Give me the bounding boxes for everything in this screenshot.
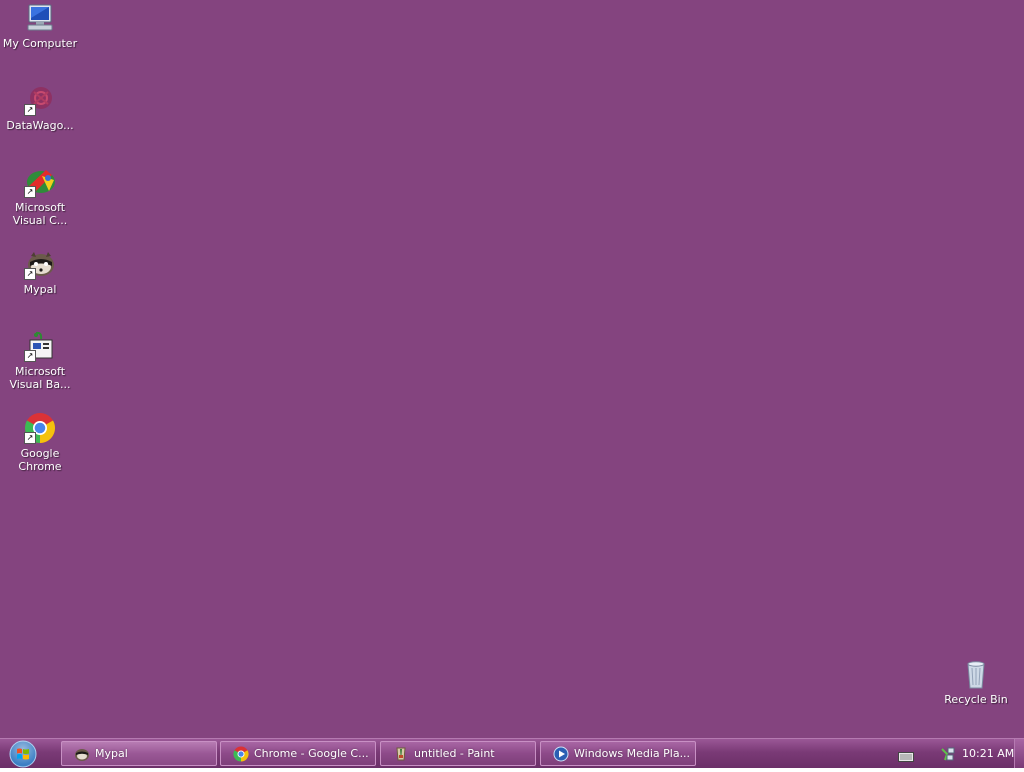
- recycle-bin-icon: [960, 658, 992, 690]
- desktop-icon-google-chrome[interactable]: ↗ Google Chrome: [1, 412, 79, 473]
- datawagon-icon: ↗: [24, 84, 56, 116]
- taskbar-button-mypal[interactable]: Mypal: [61, 741, 217, 766]
- desktop-icon-mypal[interactable]: ↗ Mypal: [1, 248, 79, 296]
- visual-basic-icon: ↗: [24, 330, 56, 362]
- desktop-icon-visual-c[interactable]: ↗ Microsoft Visual C...: [1, 166, 79, 227]
- shortcut-arrow-icon: ↗: [24, 350, 36, 362]
- keyboard-icon[interactable]: [898, 748, 914, 762]
- chrome-icon: ↗: [24, 412, 56, 444]
- desktop-icon-label: Microsoft Visual Ba...: [9, 365, 71, 391]
- desktop: My Computer ↗ DataWago... ↗ Microsoft Vi…: [0, 0, 1024, 738]
- visual-c-icon: ↗: [24, 166, 56, 198]
- taskbar-button-label: Chrome - Google C...: [254, 747, 369, 760]
- desktop-icon-label: Mypal: [23, 283, 57, 296]
- desktop-icon-label: Google Chrome: [18, 447, 62, 473]
- shortcut-arrow-icon: ↗: [24, 104, 36, 116]
- show-desktop-button[interactable]: [1014, 739, 1024, 768]
- desktop-icon-recycle-bin[interactable]: Recycle Bin: [937, 658, 1015, 706]
- media-player-icon: [553, 746, 569, 762]
- shortcut-arrow-icon: ↗: [24, 268, 36, 280]
- desktop-icon-label: Recycle Bin: [944, 693, 1008, 706]
- network-icon[interactable]: [940, 746, 956, 762]
- shortcut-arrow-icon: ↗: [24, 186, 36, 198]
- taskbar-clock[interactable]: 10:21 AM: [962, 747, 1014, 760]
- taskbar-button-chrome[interactable]: Chrome - Google C...: [220, 741, 376, 766]
- taskbar-button-paint[interactable]: untitled - Paint: [380, 741, 536, 766]
- mypal-icon: [74, 746, 90, 762]
- taskbar-button-label: Windows Media Pla...: [574, 747, 691, 760]
- shortcut-arrow-icon: ↗: [24, 432, 36, 444]
- windows-start-icon: [9, 740, 37, 768]
- desktop-icon-label: Microsoft Visual C...: [12, 201, 68, 227]
- computer-icon: [24, 2, 56, 34]
- desktop-icon-label: DataWago...: [6, 119, 74, 132]
- mypal-icon: ↗: [24, 248, 56, 280]
- start-button[interactable]: [8, 740, 38, 768]
- desktop-icon-visual-basic[interactable]: ↗ Microsoft Visual Ba...: [1, 330, 79, 391]
- paint-icon: [393, 746, 409, 762]
- desktop-icon-datawagon[interactable]: ↗ DataWago...: [1, 84, 79, 132]
- desktop-icon-my-computer[interactable]: My Computer: [1, 2, 79, 50]
- desktop-icon-label: My Computer: [2, 37, 78, 50]
- taskbar-button-label: untitled - Paint: [414, 747, 495, 760]
- taskbar-button-media-player[interactable]: Windows Media Pla...: [540, 741, 696, 766]
- taskbar-button-label: Mypal: [95, 747, 128, 760]
- chrome-icon: [233, 746, 249, 762]
- taskbar: Mypal Chrome - Google C... untitled - Pa…: [0, 738, 1024, 768]
